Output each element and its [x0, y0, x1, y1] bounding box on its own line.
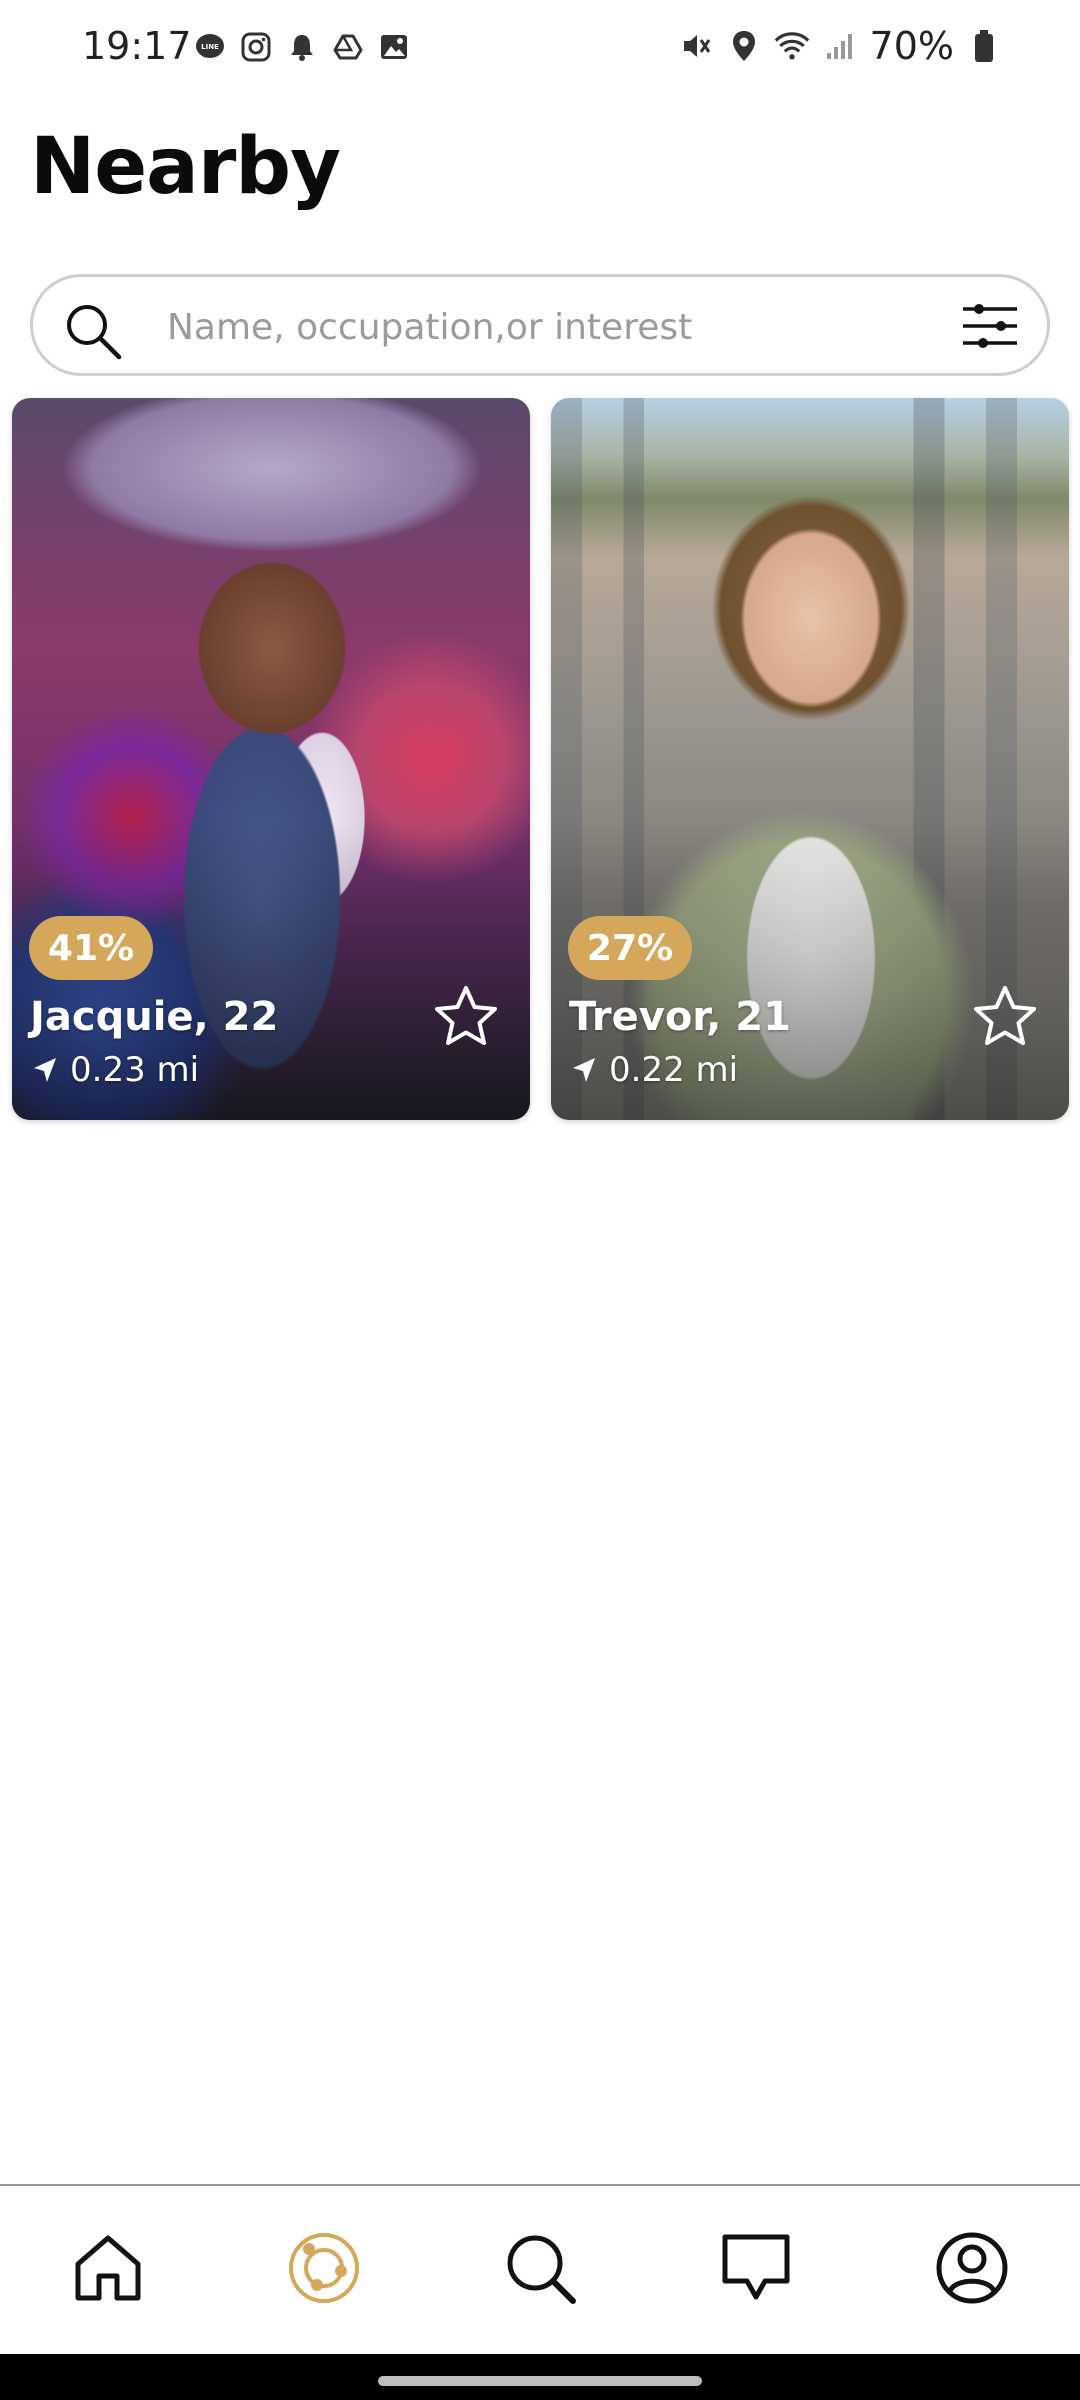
home-icon	[72, 2232, 144, 2308]
status-bar: 19:17 LINE 70%	[0, 0, 1080, 100]
nav-chat[interactable]	[718, 2232, 794, 2308]
profile-card[interactable]: 41% Jacquie, 22 0.23 mi	[12, 398, 530, 1120]
favorite-star-icon[interactable]	[971, 983, 1039, 1051]
search-icon	[63, 301, 123, 361]
nav-search[interactable]	[502, 2232, 578, 2308]
signal-icon	[822, 28, 858, 64]
mute-icon	[678, 28, 714, 64]
status-time: 19:17	[82, 24, 192, 68]
drive-icon	[331, 30, 365, 64]
nav-nearby[interactable]	[286, 2232, 362, 2308]
wifi-icon	[774, 28, 810, 64]
status-system-icons: 70%	[678, 24, 1002, 68]
favorite-star-icon[interactable]	[432, 983, 500, 1051]
svg-text:LINE: LINE	[201, 43, 219, 51]
profile-card[interactable]: 27% Trevor, 21 0.22 mi	[551, 398, 1069, 1120]
home-gesture-handle[interactable]	[378, 2376, 702, 2386]
match-percentage-badge: 41%	[29, 916, 153, 980]
nav-home[interactable]	[70, 2232, 146, 2308]
filter-icon[interactable]	[961, 301, 1019, 351]
instagram-icon	[239, 30, 273, 64]
distance-row: 0.22 mi	[571, 1050, 738, 1090]
page-title: Nearby	[30, 122, 341, 212]
battery-percent: 70%	[869, 24, 954, 68]
line-icon: LINE	[193, 30, 227, 64]
profile-distance: 0.23 mi	[70, 1050, 200, 1090]
nearby-icon	[287, 2231, 361, 2309]
search-bar[interactable]	[30, 274, 1050, 376]
status-notification-icons: LINE	[193, 30, 411, 64]
gallery-icon	[377, 30, 411, 64]
profile-name-age: Jacquie, 22	[30, 994, 279, 1040]
bell-icon	[285, 30, 319, 64]
distance-row: 0.23 mi	[32, 1050, 199, 1090]
location-icon	[726, 28, 762, 64]
battery-icon	[966, 28, 1002, 64]
bottom-navigation	[0, 2184, 1080, 2354]
match-percentage-badge: 27%	[568, 916, 692, 980]
search-icon	[503, 2231, 577, 2309]
profile-name-age: Trevor, 21	[569, 994, 791, 1040]
navigation-arrow-icon	[571, 1056, 597, 1084]
chat-icon	[719, 2231, 793, 2309]
navigation-arrow-icon	[32, 1056, 58, 1084]
search-input[interactable]	[167, 299, 947, 355]
profile-distance: 0.22 mi	[609, 1050, 739, 1090]
nav-profile[interactable]	[934, 2232, 1010, 2308]
system-gesture-bar	[0, 2354, 1080, 2400]
profile-icon	[935, 2231, 1009, 2309]
